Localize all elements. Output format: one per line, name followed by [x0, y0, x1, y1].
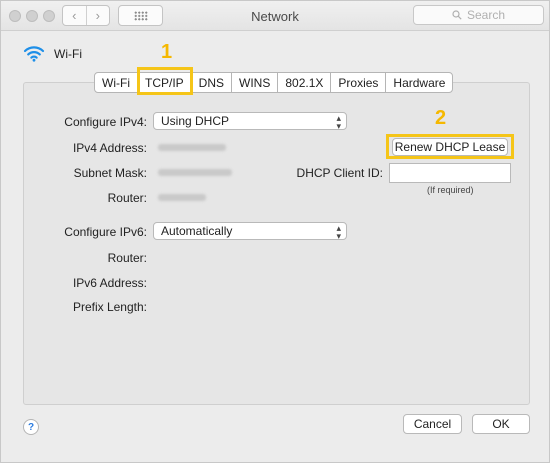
- tab-proxies[interactable]: Proxies: [330, 73, 385, 92]
- updown-chevron-icon: ▴ ▾: [336, 113, 341, 131]
- ipv4-router-label: Router:: [107, 191, 147, 205]
- interface-header: Wi-Fi: [23, 45, 82, 62]
- prefix-length-label: Prefix Length:: [72, 300, 147, 314]
- help-button[interactable]: ?: [23, 419, 39, 435]
- search-field[interactable]: Search: [413, 5, 544, 25]
- configure-ipv6-popup[interactable]: Automatically ▴ ▾: [153, 222, 347, 241]
- ipv6-address-label: IPv6 Address:: [72, 276, 147, 290]
- tab-tcpip[interactable]: TCP/IP: [136, 73, 191, 92]
- configure-ipv4-popup[interactable]: Using DHCP ▴ ▾: [153, 112, 347, 131]
- dhcp-client-id-field[interactable]: [389, 163, 511, 183]
- subnet-mask-label: Subnet Mask:: [73, 166, 147, 180]
- tab-bar: Wi-Fi TCP/IP DNS WINS 802.1X Proxies Har…: [94, 72, 454, 93]
- question-mark-icon: ?: [27, 421, 35, 433]
- callout-number-1: 1: [161, 41, 173, 63]
- tab-wins[interactable]: WINS: [231, 73, 277, 92]
- tab-hardware[interactable]: Hardware: [385, 73, 452, 92]
- configure-ipv6-value: Automatically: [161, 224, 233, 238]
- configure-ipv4-value: Using DHCP: [161, 114, 230, 128]
- configure-ipv4-label: Configure IPv4:: [64, 115, 147, 129]
- renew-dhcp-lease-button[interactable]: Renew DHCP Lease: [392, 138, 508, 156]
- search-placeholder: Search: [466, 8, 506, 22]
- tab-dns[interactable]: DNS: [190, 73, 231, 92]
- tab-wifi[interactable]: Wi-Fi: [95, 73, 137, 92]
- ipv4-router-value-redacted: [158, 194, 206, 201]
- dhcp-client-id-label: DHCP Client ID:: [296, 166, 383, 180]
- callout-number-2: 2: [435, 107, 447, 129]
- network-window: ‹ › Network Search Wi-Fi Wi-Fi TCP/IP DN…: [0, 0, 550, 463]
- ipv4-address-label: IPv4 Address:: [72, 141, 147, 155]
- ipv4-address-value-redacted: [158, 144, 226, 151]
- wifi-icon: [23, 46, 45, 62]
- updown-chevron-icon: ▴ ▾: [336, 223, 341, 241]
- ipv6-router-label: Router:: [107, 251, 147, 265]
- cancel-button[interactable]: Cancel: [403, 414, 462, 434]
- dhcp-client-id-hint: (If required): [427, 185, 474, 195]
- search-icon: [452, 10, 462, 20]
- subnet-mask-value-redacted: [158, 169, 232, 176]
- title-bar: ‹ › Network Search: [1, 1, 549, 31]
- tab-8021x[interactable]: 802.1X: [277, 73, 330, 92]
- configure-ipv6-label: Configure IPv6:: [64, 225, 147, 239]
- tcpip-panel: [23, 82, 530, 405]
- ok-button[interactable]: OK: [472, 414, 530, 434]
- interface-label: Wi-Fi: [54, 46, 82, 61]
